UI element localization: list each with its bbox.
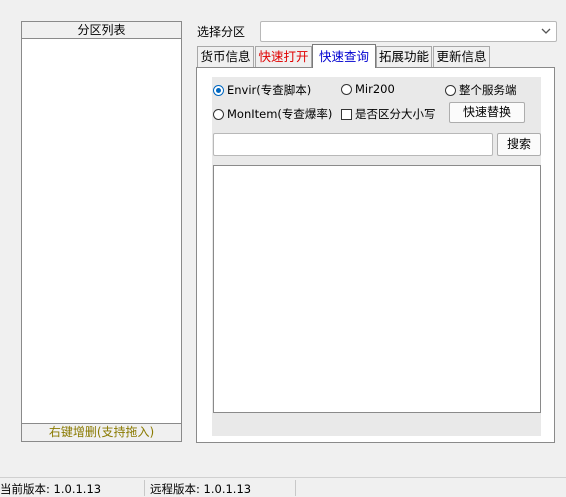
status-divider: [144, 480, 145, 496]
remote-version: 远程版本: 1.0.1.13: [150, 482, 252, 496]
tab-quick-query[interactable]: 快速查询: [312, 44, 376, 68]
search-input[interactable]: [213, 133, 493, 156]
quick-replace-button[interactable]: 快速替换: [449, 102, 525, 123]
search-results-box[interactable]: [213, 165, 541, 413]
monitem-radio[interactable]: [213, 108, 224, 120]
option-monitem[interactable]: MonItem(专查爆率): [213, 106, 332, 122]
select-partition-label: 选择分区: [197, 25, 246, 39]
option-envir-label: Envir(专查脚本): [227, 83, 312, 97]
partition-list-title: 分区列表: [22, 22, 181, 39]
status-divider: [295, 480, 296, 496]
option-case-sensitive[interactable]: 是否区分大小写: [341, 106, 436, 122]
tab-extensions[interactable]: 拓展功能: [376, 46, 432, 67]
option-whole-server-label: 整个服务端: [459, 83, 517, 97]
mir200-radio[interactable]: [341, 83, 352, 95]
chevron-down-icon: [541, 28, 551, 34]
status-bar: 当前版本: 1.0.1.13 远程版本: 1.0.1.13: [0, 477, 566, 496]
option-mir200[interactable]: Mir200: [341, 82, 395, 96]
partition-list-panel[interactable]: 分区列表 右键增删(支持拖入): [21, 21, 182, 442]
option-mir200-label: Mir200: [355, 82, 395, 96]
tab-update-info[interactable]: 更新信息: [433, 46, 490, 67]
option-whole-server[interactable]: 整个服务端: [445, 82, 517, 98]
search-button[interactable]: 搜索: [497, 133, 541, 156]
option-envir[interactable]: Envir(专查脚本): [213, 82, 311, 98]
case-sensitive-checkbox[interactable]: [341, 108, 352, 120]
partition-list-hint: 右键增删(支持拖入): [22, 423, 181, 441]
option-monitem-label: MonItem(专查爆率): [227, 107, 333, 121]
partition-select[interactable]: [260, 21, 557, 42]
envir-radio[interactable]: [213, 84, 224, 96]
current-version: 当前版本: 1.0.1.13: [0, 482, 102, 496]
tab-currency-info[interactable]: 货币信息: [197, 46, 254, 67]
tab-quick-open[interactable]: 快速打开: [255, 46, 312, 67]
whole-server-radio[interactable]: [445, 84, 456, 96]
option-case-sensitive-label: 是否区分大小写: [355, 107, 436, 121]
